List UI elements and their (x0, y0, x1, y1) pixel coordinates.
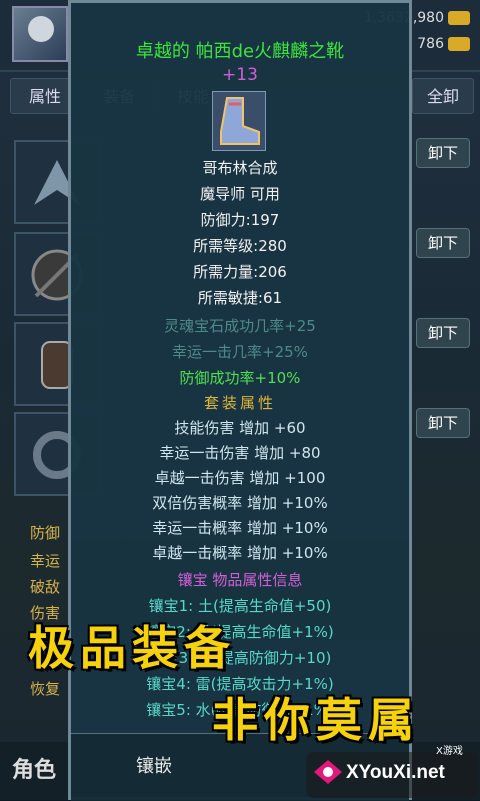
set-line: 技能伤害 增加 +60 (174, 419, 306, 437)
item-enhance-level: +13 (222, 65, 258, 85)
item-defense: 防御力:197 (200, 211, 280, 229)
socket-header: 镶宝 物品属性信息 (177, 571, 303, 589)
set-line: 幸运一击概率 增加 +10% (152, 519, 328, 537)
attr-luck: 幸运 (30, 552, 61, 570)
item-name: 卓越的 帕西de火麒麟之靴 (135, 41, 345, 62)
gold-coin-icon (448, 11, 470, 25)
set-line: 双倍伤害概率 增加 +10% (152, 494, 328, 512)
watermark-small: X游戏 (436, 746, 463, 757)
item-req-agi: 所需敏捷:61 (197, 289, 283, 307)
resource-gem-value: 786 (417, 36, 444, 52)
set-line: 卓越一击伤害 增加 +100 (154, 469, 326, 487)
boots-icon (212, 91, 266, 151)
item-excellent-option: 防御成功率+10% (179, 369, 301, 387)
promo-line-1: 极品装备 (28, 621, 236, 675)
role-tab[interactable]: 角色 (12, 752, 56, 784)
avatar[interactable] (12, 6, 68, 62)
item-req-str: 所需力量:206 (193, 263, 287, 281)
gem-icon (448, 37, 470, 51)
watermark-site: XYouXi.net (346, 762, 445, 783)
unequip-button[interactable]: 卸下 (416, 318, 470, 348)
attr-recover: 恢复 (30, 680, 61, 698)
unequip-button[interactable]: 卸下 (416, 408, 470, 438)
embed-button[interactable]: 镶嵌 (136, 752, 172, 778)
item-tooltip: 卓越的 帕西de火麒麟之靴 +13 哥布林合成 魔导师 可用 防御力:197 所… (68, 0, 412, 801)
set-line: 卓越一击概率 增加 +10% (152, 544, 328, 562)
item-source: 哥布林合成 (202, 159, 278, 177)
unequip-button[interactable]: 卸下 (416, 228, 470, 258)
set-header: 套装属性 (203, 394, 276, 412)
set-line: 幸运一击伤害 增加 +80 (159, 444, 321, 462)
attr-break: 破敌 (30, 578, 61, 596)
resource-gem: 786 (417, 36, 470, 52)
item-bonus: 灵魂宝石成功几率+25 (164, 317, 316, 335)
attr-defense: 防御 (30, 524, 61, 542)
unequip-all-button[interactable]: 全卸 (412, 78, 474, 114)
unequip-button[interactable]: 卸下 (416, 138, 470, 168)
item-class: 魔导师 可用 (200, 185, 280, 203)
item-req-level: 所需等级:280 (193, 237, 287, 255)
item-bonus: 幸运一击几率+25% (172, 343, 308, 361)
